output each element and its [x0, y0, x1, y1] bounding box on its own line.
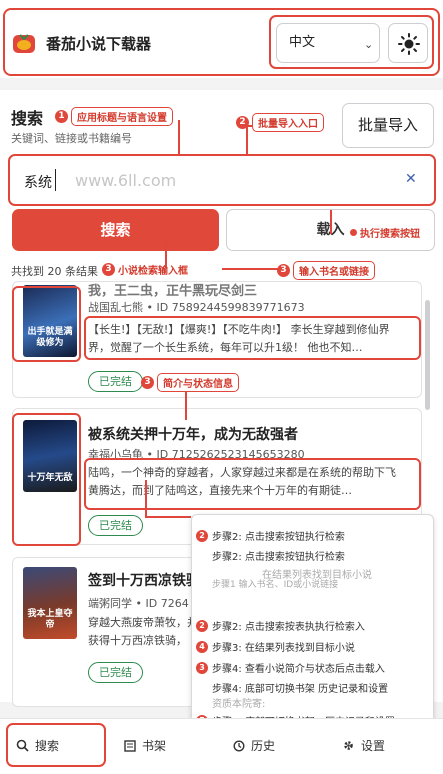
- annotation-line: [145, 516, 191, 518]
- step-item: 2 步骤2: 点击搜索按表执执行检索入: [196, 618, 365, 633]
- step-text: 步骤2: 点击搜索按钮执行检索: [212, 532, 345, 543]
- annotation-label: 应用标题与语言设置: [71, 107, 173, 126]
- step-text: 步骤3: 在结果列表找到目标小说: [212, 643, 355, 654]
- annotation-label: 输入书名或链接: [293, 261, 375, 280]
- annotation-batch-import: 2 批量导入入口: [236, 113, 324, 132]
- nav-shelf-label: 书架: [142, 739, 167, 753]
- annotation-app-title: 1 应用标题与语言设置: [55, 107, 173, 126]
- search-icon: [16, 739, 29, 752]
- nav-history-label: 历史: [251, 739, 276, 753]
- batch-import-button[interactable]: 批量导入: [342, 103, 434, 148]
- step-item: 3 步骤4: 查看小说简介与状态后点击载入: [196, 660, 385, 675]
- annotation-number: 3: [102, 263, 115, 276]
- nav-settings[interactable]: 设置: [342, 737, 385, 754]
- annotation-search-button: 执行搜索按钮: [350, 225, 420, 240]
- nav-history[interactable]: 历史: [233, 737, 275, 754]
- ghost-text: 步骤1 输入书名、ID或小说链接: [212, 580, 339, 590]
- sun-icon: [398, 33, 420, 55]
- annotation-frame-cover: [12, 286, 81, 362]
- annotation-search-input: 3 小说检索输入框: [102, 262, 188, 277]
- annotation-number: 3: [277, 264, 290, 277]
- annotation-line: [145, 480, 147, 516]
- gear-icon: [344, 741, 353, 750]
- scrollbar[interactable]: [425, 300, 430, 410]
- step-text: 步骤4: 查看小说简介与状态后点击载入: [212, 664, 385, 675]
- annotation-label: 执行搜索按钮: [360, 229, 420, 240]
- annotation-frame-desc: [84, 316, 421, 360]
- tomato-logo-icon: [13, 34, 35, 53]
- annotation-number: 2: [236, 116, 249, 129]
- annotation-line: [222, 268, 282, 270]
- nav-shelf[interactable]: 书架: [124, 737, 166, 754]
- step-text: 步骤2: 点击搜索按表执执行检索入: [212, 622, 365, 633]
- clear-icon[interactable]: ✕: [405, 171, 417, 187]
- search-placeholder: www.6ll.com: [75, 171, 177, 190]
- step-number: 2: [196, 619, 208, 632]
- search-button[interactable]: 搜索: [12, 209, 219, 251]
- annotation-number: 3: [141, 376, 154, 389]
- book-title: 被系统关押十万年，成为无敌强者: [88, 427, 298, 443]
- search-subtitle: 关键词、链接或书籍编号: [11, 132, 132, 145]
- step-item: 2 步骤2: 点击搜索按钮执行检索: [196, 528, 345, 543]
- annotation-label: 批量导入入口: [252, 113, 324, 132]
- search-heading: 搜索: [11, 109, 44, 128]
- annotation-line: [330, 210, 332, 234]
- book-meta: 战国乱七熊 • ID 7589244599839771673: [88, 301, 305, 314]
- annotation-description: 3 简介与状态信息: [141, 373, 239, 392]
- result-count: 共找到 20 条结果: [11, 265, 98, 278]
- annotation-dot: [350, 229, 357, 236]
- step-number: 3: [196, 661, 208, 674]
- status-badge: 已完结: [88, 371, 143, 392]
- book-title: 我，王二虫，正牛黑玩尽剑三: [88, 284, 258, 299]
- chevron-down-icon: ⌄: [364, 38, 374, 51]
- search-input[interactable]: [8, 154, 436, 206]
- annotation-line: [178, 120, 180, 156]
- annotation-number: 1: [55, 110, 68, 123]
- search-input-value: 系统: [24, 175, 52, 191]
- book-meta: 端粥同学 • ID 7264: [88, 597, 189, 610]
- nav-search[interactable]: 搜索: [16, 737, 59, 754]
- status-badge: 已完结: [88, 662, 143, 683]
- annotation-frame-cover: [12, 413, 81, 546]
- app-title: 番茄小说下载器: [46, 35, 152, 53]
- ghost-text: 资质本院寄:: [212, 699, 266, 710]
- step-text: 步骤2: 点击搜索按钮执行检索: [212, 552, 345, 563]
- step-number: 4: [196, 640, 208, 653]
- annotation-input-hint: 3 输入书名或链接: [277, 261, 375, 280]
- book-description: 穿越大燕废帝萧牧，并获得十万西凉铁骑，: [88, 616, 198, 647]
- step-number: 2: [196, 529, 208, 542]
- step-item: 4 步骤3: 在结果列表找到目标小说: [196, 639, 355, 654]
- status-badge: 已完结: [88, 515, 143, 536]
- nav-search-label: 搜索: [35, 739, 60, 753]
- cover-text: 我本上皇夺帝: [27, 609, 73, 630]
- annotation-frame-desc: [84, 458, 421, 510]
- annotation-label: 小说检索输入框: [118, 266, 188, 277]
- annotation-label: 简介与状态信息: [157, 373, 239, 392]
- step-text: 步骤4: 底部可切换书架 历史记录和设置: [212, 684, 389, 695]
- history-icon: [233, 739, 245, 752]
- text-caret: [55, 169, 56, 191]
- theme-toggle-button[interactable]: [388, 23, 428, 63]
- step-item: 步骤4: 底部可切换书架 历史记录和设置: [212, 680, 388, 695]
- nav-settings-label: 设置: [361, 739, 386, 753]
- step-item: 步骤2: 点击搜索按钮执行检索: [212, 548, 345, 563]
- book-cover: 我本上皇夺帝: [23, 567, 77, 639]
- book-icon: [124, 739, 136, 752]
